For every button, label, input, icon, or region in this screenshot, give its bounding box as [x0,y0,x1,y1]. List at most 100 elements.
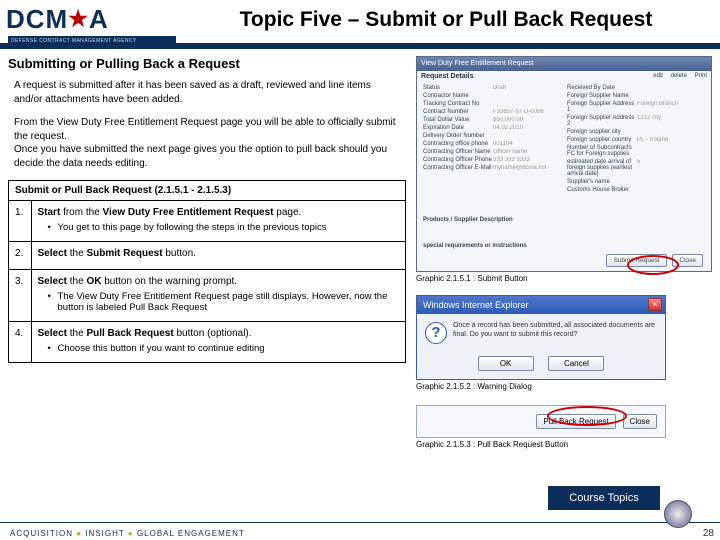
form-row: Supplier's name [567,179,705,185]
edit-link[interactable]: edit [653,73,663,79]
form-row: Expiration Date04.02.2010 [423,125,561,131]
field-value [493,133,561,139]
field-value [637,85,705,91]
form-row: estimated date arrival of foreign suppli… [567,159,705,177]
field-value: 333 333 3333 [493,157,561,163]
field-label: Tracking Contract No [423,101,493,107]
question-icon: ? [425,322,447,344]
steps-table-caption: Submit or Pull Back Request (2.1.5.1 - 2… [9,181,405,201]
seal-icon [664,500,692,528]
form-row: StatusDraft [423,85,561,91]
dcma-logo: DCM★A DEFENSE CONTRACT MANAGEMENT AGENCY [6,4,176,44]
field-label: Foreign Supplier Name [567,93,637,99]
form-row: Contracting Officer Phone333 333 3333 [423,157,561,163]
step-text: Select the OK button on the warning prom… [38,276,400,287]
field-value: myname@dcma.mil [493,165,561,171]
print-link[interactable]: Print [695,73,707,79]
step-bullet: •You get to this page by following the s… [48,222,400,233]
step-cell: Start from the View Duty Free Entitlemen… [31,201,405,242]
field-label: Expiration Date [423,125,493,131]
field-value: 1212 city [637,115,705,127]
form-row: Tracking Contract No [423,101,561,107]
field-label: Foreign supplier city [567,129,637,135]
form-row: Delivery Order Number [423,133,561,139]
field-value: F33657-97-D-0006 [493,109,561,115]
footer-tagline: ACQUISITION ● INSIGHT ● GLOBAL ENGAGEMEN… [10,529,245,538]
field-value [637,187,705,193]
field-label: Contracting office phone [423,141,493,147]
field-label: estimated date arrival of foreign suppli… [567,159,637,177]
form-row: Contracting Officer E-Mailmyname@dcma.mi… [423,165,561,171]
form-subheader-products: Products / Supplier Description [423,217,705,223]
section-heading: Submitting or Pulling Back a Request [8,56,406,71]
field-value [637,129,705,135]
step-text: Select the Submit Request button. [38,248,400,259]
close-button[interactable]: Close [672,254,703,267]
step-number: 1. [9,201,31,242]
step-bullet: •The View Duty Free Entitlement Request … [48,291,400,313]
delete-link[interactable]: delete [671,73,687,79]
field-label: Contracting Officer E-Mail [423,165,493,171]
slide: DCM★A DEFENSE CONTRACT MANAGEMENT AGENCY… [0,0,720,540]
header-rule [0,43,720,49]
form-row: Foreign Supplier Address 1Foreign Branch [567,101,705,113]
form-row: Number of Subcontracts FC for Foreign su… [567,145,705,157]
field-label: Customs House Broker [567,187,637,193]
intro-para-1: A request is submitted after it has been… [14,79,400,106]
field-value [637,93,705,99]
course-topics-button[interactable]: Course Topics [548,486,660,510]
dialog-titlebar: Windows Internet Explorer × [417,296,665,314]
right-column: View Duty Free Entitlement Request Reque… [416,56,712,449]
graphic-pull-back: Pull Back Request Close Graphic 2.1.5.3 … [416,405,666,449]
form-section-header: Request Details [421,73,474,80]
form-body: StatusDraftContractor NameTracking Contr… [423,85,705,237]
field-label: Total Dollar Value [423,117,493,123]
form-row: Received By Date [567,85,705,91]
form-row: Contracting office phone001104 [423,141,561,147]
form-row: Contracting Officer NameOfficer name [423,149,561,155]
step-number: 3. [9,270,31,322]
ok-button[interactable]: OK [478,356,534,371]
field-label: Number of Subcontracts FC for Foreign su… [567,145,637,157]
star-icon: ★ [68,6,89,31]
intro-text: A request is submitted after it has been… [8,79,406,170]
form-row: Contract NumberF33657-97-D-0006 [423,109,561,115]
page-title: Topic Five – Submit or Pull Back Request [180,8,712,32]
cancel-button[interactable]: Cancel [548,356,604,371]
close-icon[interactable]: × [648,298,662,311]
field-value: PL - Poland [637,137,705,143]
field-value [637,179,705,185]
logo-text-post: A [89,4,109,34]
step-cell: Select the OK button on the warning prom… [31,270,405,322]
field-label: Foreign supplier country [567,137,637,143]
field-label: Contractor Name [423,93,493,99]
pull-back-request-button[interactable]: Pull Back Request [536,414,615,429]
form-row: Contractor Name [423,93,561,99]
field-label: Status [423,85,493,91]
field-value [493,93,561,99]
logo-text-pre: DCM [6,4,68,34]
step-number: 4. [9,322,31,363]
field-label: Contracting Officer Phone [423,157,493,163]
field-value: Draft [493,85,561,91]
field-label: Supplier's name [567,179,637,185]
close-button-2[interactable]: Close [623,414,657,429]
steps-table: Submit or Pull Back Request (2.1.5.1 - 2… [8,180,406,363]
graphic-warning-dialog: Windows Internet Explorer × ? Once a rec… [416,295,666,391]
field-label: Foreign Supplier Address 2 [567,115,637,127]
page-number: 28 [703,528,714,539]
form-row: Foreign supplier countryPL - Poland [567,137,705,143]
step-bullet: •Choose this button if you want to conti… [48,343,400,354]
step-cell: Select the Pull Back Request button (opt… [31,322,405,363]
graphic-2-caption: Graphic 2.1.5.2 : Warning Dialog [416,382,666,391]
field-value: 5 [637,159,705,177]
field-value: Officer name [493,149,561,155]
window-titlebar: View Duty Free Entitlement Request [417,57,711,71]
form-button-row: Submit Request Close [602,254,703,267]
field-value: 04.02.2010 [493,125,561,131]
submit-request-button[interactable]: Submit Request [606,254,666,267]
left-column: Submitting or Pulling Back a Request A r… [8,56,406,363]
graphic-submit-form: View Duty Free Entitlement Request Reque… [416,56,712,272]
field-value: Foreign Branch [637,101,705,113]
field-label: Received By Date [567,85,637,91]
